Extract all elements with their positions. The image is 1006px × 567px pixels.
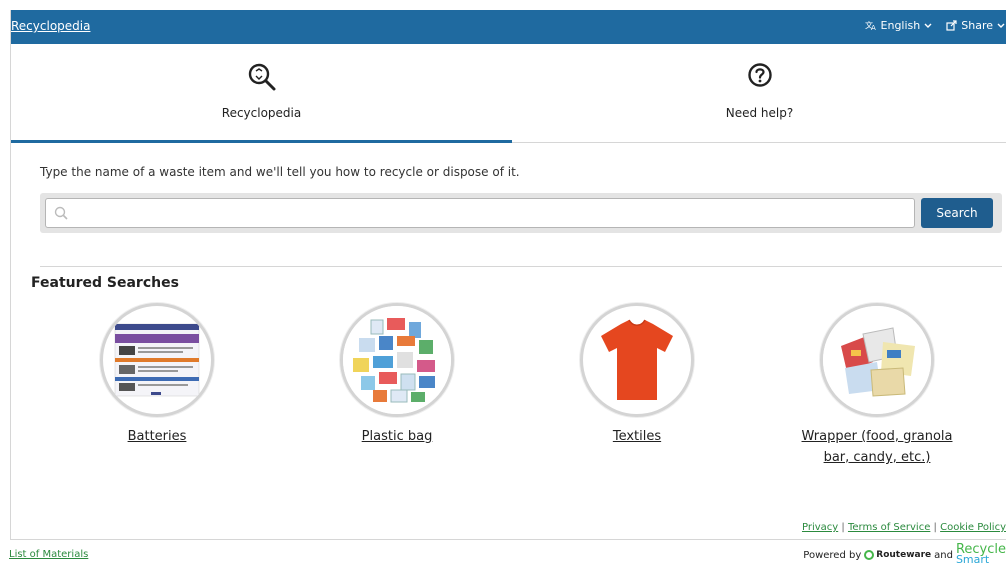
- featured-item-textiles[interactable]: Textiles: [557, 303, 717, 447]
- svg-text:A: A: [871, 24, 876, 31]
- food-wrappers-image: [820, 303, 934, 417]
- language-label: English: [880, 19, 921, 32]
- battery-disposal-guide-image: [100, 303, 214, 417]
- recycle-search-icon: [248, 63, 275, 91]
- tab-label: Recyclopedia: [221, 106, 302, 120]
- routeware-mark-icon: [864, 550, 875, 560]
- top-bar-actions: 文A English Share: [865, 19, 1005, 32]
- top-bar: Recyclopedia 文A English Share: [11, 10, 1006, 44]
- search-icon: [54, 206, 68, 220]
- terms-link[interactable]: Terms of Service: [848, 522, 930, 533]
- footer-links: Privacy | Terms of Service | Cookie Poli…: [802, 522, 1006, 533]
- search-prompt: Type the name of a waste item and we'll …: [40, 165, 520, 179]
- featured-item-wrapper[interactable]: Wrapper (food, granola bar, candy, etc.): [797, 303, 957, 468]
- featured-item-plastic-bag[interactable]: Plastic bag: [317, 303, 477, 447]
- translate-icon: 文A: [865, 20, 876, 31]
- and-text: and: [934, 549, 953, 561]
- featured-item-label: Plastic bag: [361, 429, 433, 444]
- cookie-policy-link[interactable]: Cookie Policy: [940, 522, 1006, 533]
- tab-label: Need help?: [725, 106, 794, 120]
- featured-item-label: Textiles: [612, 429, 662, 444]
- chevron-down-icon: [924, 23, 932, 28]
- main-tabs: Recyclopedia Need help?: [11, 44, 1006, 143]
- recycle-smart-logo: Recycle Smart: [955, 542, 1006, 566]
- share-menu[interactable]: Share: [946, 19, 1005, 32]
- search-field-wrapper: [45, 198, 915, 228]
- question-circle-icon: [747, 63, 772, 87]
- tab-need-help[interactable]: Need help?: [512, 44, 1006, 143]
- plastic-bags-image: [340, 303, 454, 417]
- list-of-materials-link[interactable]: List of Materials: [9, 549, 88, 560]
- share-label: Share: [961, 19, 993, 32]
- share-icon: [946, 20, 957, 31]
- search-input[interactable]: [46, 199, 914, 227]
- brand-link[interactable]: Recyclopedia: [11, 19, 90, 33]
- section-divider: [40, 266, 1002, 267]
- routeware-logo: Routeware: [864, 550, 931, 560]
- privacy-link[interactable]: Privacy: [802, 522, 838, 533]
- powered-by: Powered by Routeware and Recycle Smart: [803, 542, 1006, 566]
- featured-item-batteries[interactable]: Batteries: [77, 303, 237, 447]
- search-bar: Search: [40, 193, 1002, 233]
- featured-item-label: Wrapper (food, granola bar, candy, etc.): [801, 429, 953, 465]
- tab-recyclopedia[interactable]: Recyclopedia: [11, 44, 512, 143]
- featured-searches-heading: Featured Searches: [31, 275, 179, 291]
- chevron-down-icon: [997, 23, 1005, 28]
- language-selector[interactable]: 文A English: [865, 19, 933, 32]
- powered-by-text: Powered by: [803, 549, 862, 561]
- red-tshirt-image: [580, 303, 694, 417]
- app-frame: Recyclopedia 文A English Share Recycloped…: [10, 10, 1006, 540]
- search-button[interactable]: Search: [921, 198, 993, 228]
- featured-item-label: Batteries: [127, 429, 187, 444]
